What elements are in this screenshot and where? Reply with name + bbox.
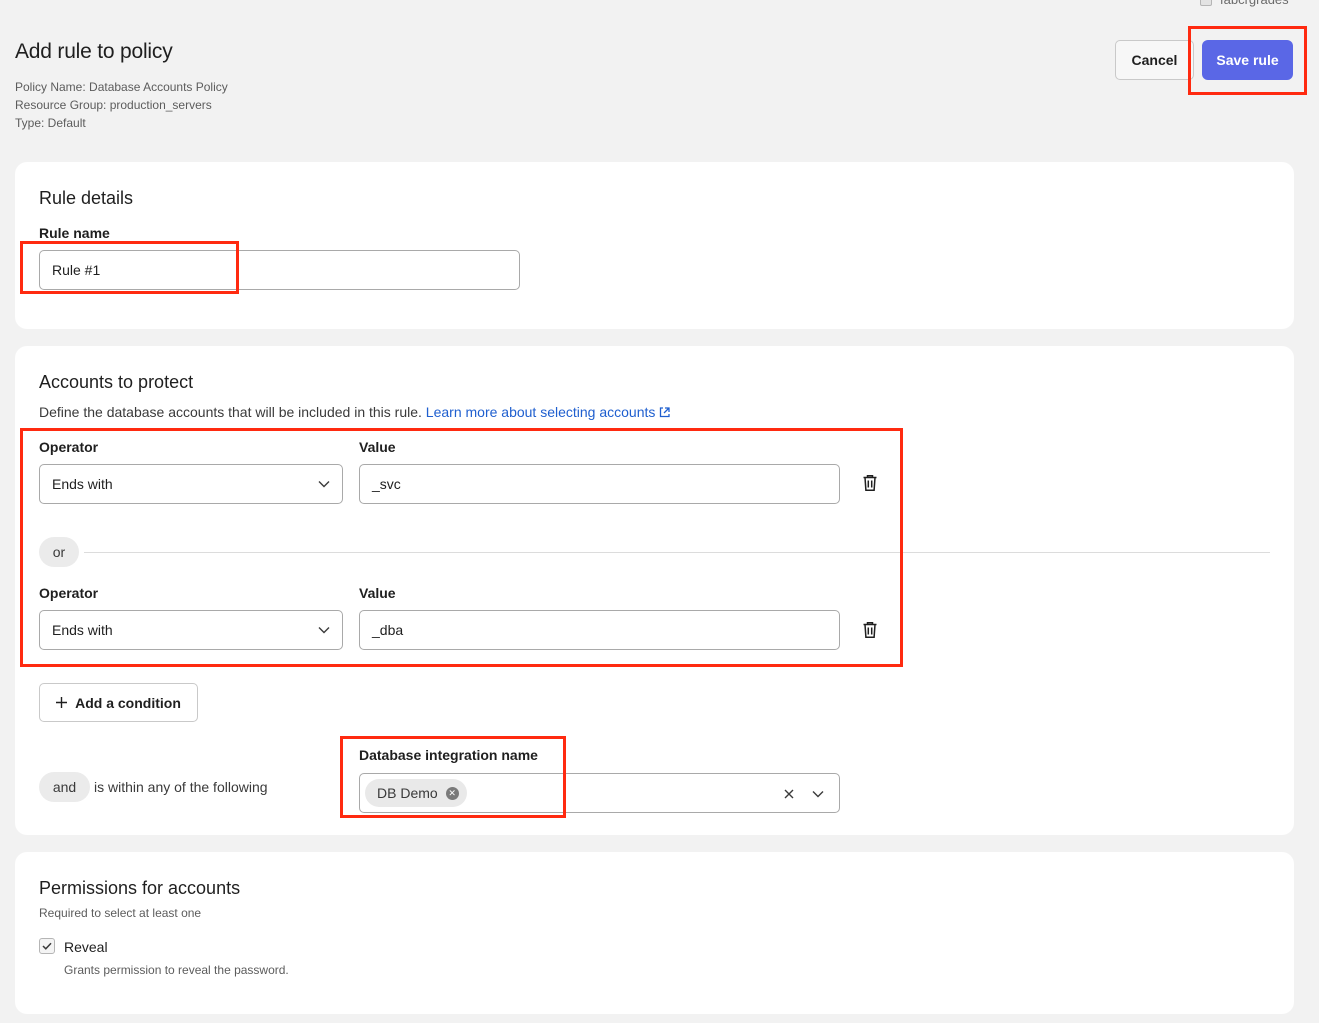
or-label: or — [52, 544, 66, 560]
save-rule-button[interactable]: Save rule — [1202, 40, 1293, 80]
value-input-1[interactable]: _svc — [359, 464, 840, 504]
rule-name-value: Rule #1 — [52, 262, 101, 278]
add-condition-label: Add a condition — [75, 694, 181, 711]
page-title: Add rule to policy — [15, 40, 173, 63]
value-input-1-value: _svc — [372, 476, 401, 492]
accounts-title: Accounts to protect — [39, 372, 194, 392]
integration-chip: DB Demo ✕ — [365, 779, 467, 807]
accounts-description-text: Define the database accounts that will b… — [39, 404, 422, 420]
add-condition-button[interactable]: Add a condition — [39, 683, 198, 722]
plus-icon — [56, 697, 68, 708]
type-meta: Type: Default — [15, 116, 86, 130]
within-text: is within any of the following — [94, 779, 268, 795]
value-input-2-value: _dba — [372, 622, 404, 638]
learn-more-text: Learn more about selecting accounts — [425, 404, 656, 420]
clear-icon[interactable] — [784, 789, 794, 799]
value-input-2[interactable]: _dba — [359, 610, 840, 650]
permissions-title: Permissions for accounts — [39, 878, 241, 898]
cancel-button[interactable]: Cancel — [1115, 40, 1194, 80]
value-label-1: Value — [359, 439, 396, 455]
check-icon — [42, 942, 52, 950]
learn-more-link[interactable]: Learn more about selecting accounts — [426, 404, 671, 420]
chevron-down-icon[interactable] — [812, 790, 824, 798]
reveal-description: Grants permission to reveal the password… — [64, 963, 289, 977]
rule-details-card: Rule details Rule name Rule #1 — [15, 162, 1294, 329]
integration-multiselect[interactable]: DB Demo ✕ — [359, 773, 840, 813]
or-divider-line — [84, 552, 1270, 553]
and-separator: and — [39, 772, 90, 802]
integration-chip-label: DB Demo — [377, 785, 438, 801]
top-clipped-label: fabcrgrades — [1220, 0, 1289, 7]
trash-icon[interactable] — [862, 474, 878, 492]
accounts-description: Define the database accounts that will b… — [39, 404, 671, 420]
permissions-card: Permissions for accounts Required to sel… — [15, 852, 1294, 1014]
reveal-label: Reveal — [64, 939, 108, 955]
operator-select-2[interactable]: Ends with — [39, 610, 343, 650]
remove-chip-icon[interactable]: ✕ — [445, 786, 459, 800]
operator-select-2-value: Ends with — [52, 622, 113, 638]
permissions-subtitle: Required to select at least one — [39, 906, 202, 920]
rule-details-title: Rule details — [39, 188, 134, 208]
operator-select-1[interactable]: Ends with — [39, 464, 343, 504]
integration-label: Database integration name — [359, 747, 538, 763]
policy-name-meta: Policy Name: Database Accounts Policy — [15, 80, 228, 94]
chevron-down-icon — [318, 627, 330, 634]
resource-group-meta: Resource Group: production_servers — [15, 98, 212, 112]
rule-name-label: Rule name — [39, 225, 110, 241]
chevron-down-icon — [318, 481, 330, 488]
top-clipped-control: fabcrgrades — [1200, 0, 1289, 7]
top-checkbox[interactable] — [1200, 0, 1212, 6]
value-label-2: Value — [359, 585, 396, 601]
reveal-checkbox[interactable] — [39, 938, 55, 954]
and-label: and — [52, 779, 77, 795]
operator-label-1: Operator — [39, 439, 99, 455]
operator-select-1-value: Ends with — [52, 476, 113, 492]
or-separator: or — [39, 537, 79, 567]
accounts-card: Accounts to protect Define the database … — [15, 346, 1294, 835]
trash-icon[interactable] — [862, 621, 878, 639]
rule-name-input[interactable]: Rule #1 — [39, 250, 520, 290]
external-link-icon — [660, 407, 671, 418]
operator-label-2: Operator — [39, 585, 99, 601]
page-header: Add rule to policy Policy Name: Database… — [15, 40, 228, 132]
policy-meta: Policy Name: Database Accounts Policy Re… — [15, 78, 228, 132]
